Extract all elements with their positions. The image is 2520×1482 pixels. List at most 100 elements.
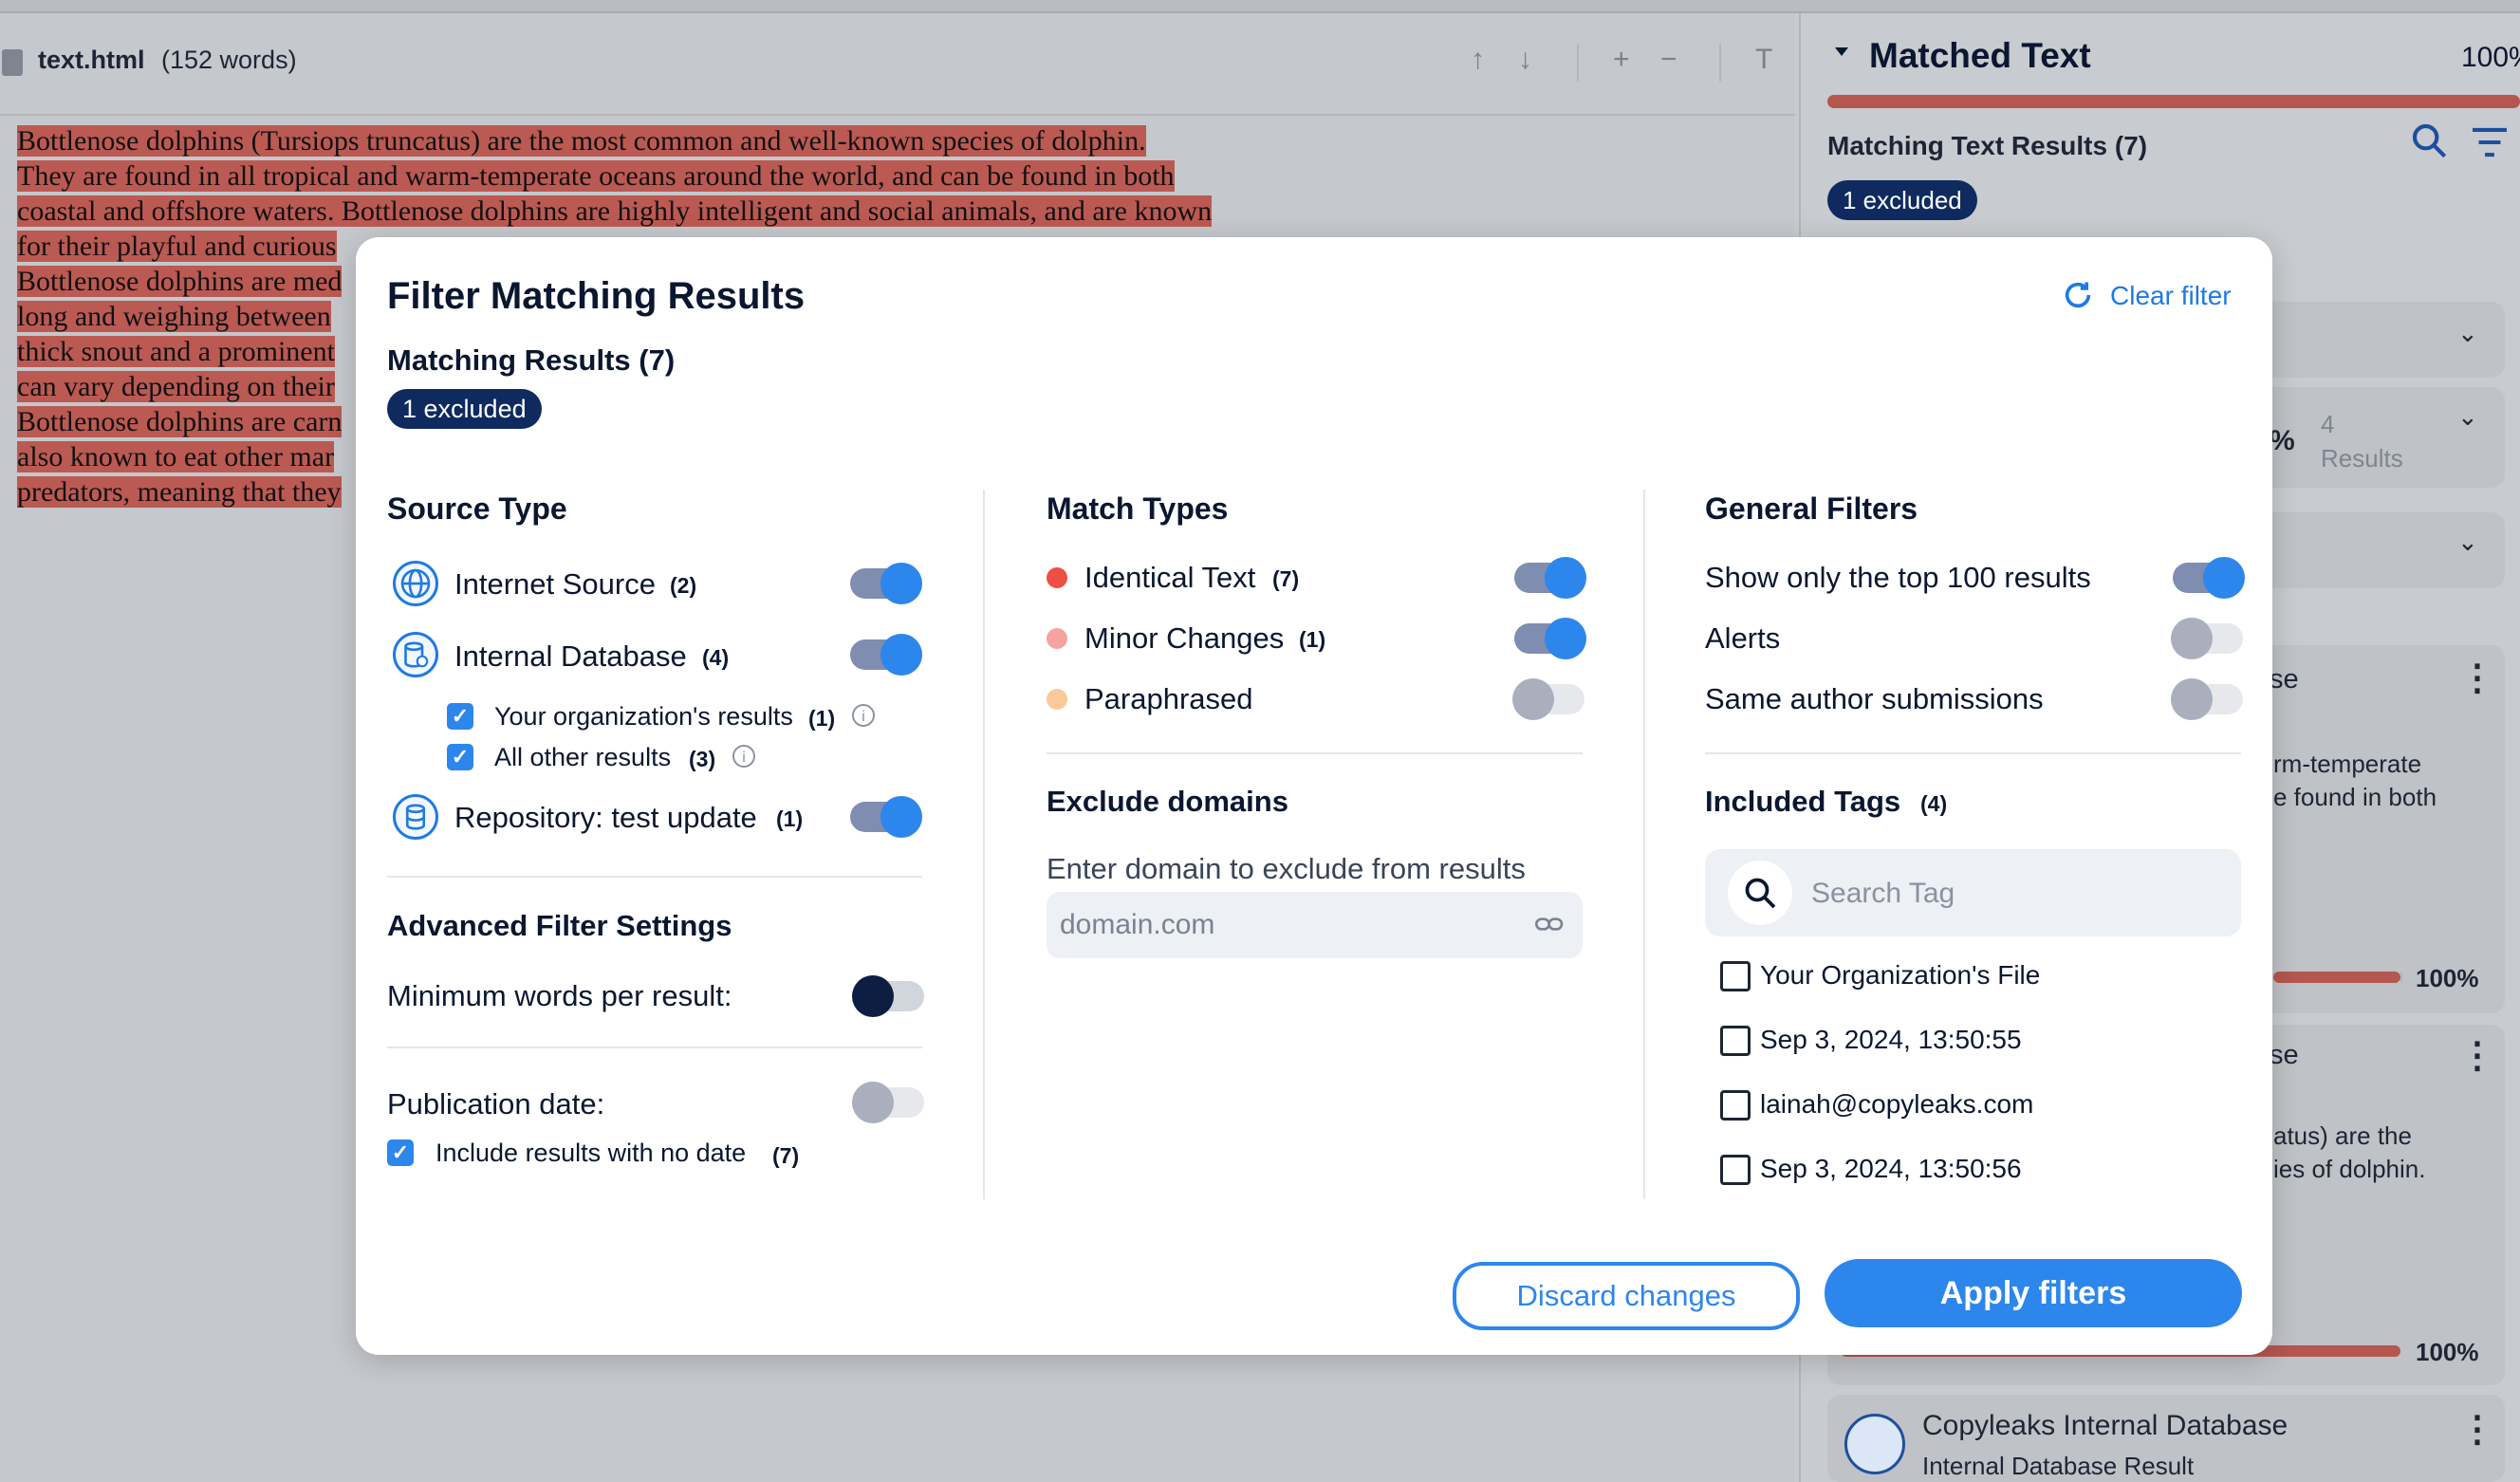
domain-input-placeholder: domain.com (1060, 909, 1215, 940)
file-icon (2, 49, 23, 76)
tag-label: Sep 3, 2024, 13:50:55 (1760, 1025, 2022, 1054)
tag-checkbox[interactable] (1720, 961, 1751, 991)
matching-results-label: Matching Text Results (7) (1827, 131, 2148, 160)
result-title: se (2270, 1040, 2299, 1070)
chevron-down-icon[interactable]: ⌄ (2457, 528, 2478, 557)
exclude-domains-heading: Exclude domains (1047, 785, 1288, 818)
arrow-down-icon[interactable]: ↓ (1518, 44, 1532, 76)
tag-label: Sep 3, 2024, 13:50:56 (1760, 1154, 2022, 1183)
text-format-icon[interactable]: T (1755, 44, 1772, 76)
info-icon[interactable]: i (852, 704, 875, 727)
text-line: coastal and offshore waters. Bottlenose … (17, 195, 1213, 227)
minor-changes-count: (1) (1299, 627, 1326, 652)
database-icon (1844, 1414, 1905, 1474)
identical-color-dot (1047, 567, 1067, 588)
clear-filter-button[interactable]: Clear filter (2110, 281, 2232, 311)
publication-date-toggle[interactable] (852, 1082, 924, 1123)
matched-progress-bar (1827, 95, 2520, 108)
arrow-up-icon[interactable]: ↑ (1471, 44, 1485, 76)
tag-search-input[interactable]: Search Tag (1705, 849, 2241, 936)
min-words-label: Minimum words per result: (387, 979, 732, 1012)
minor-changes-toggle[interactable] (1514, 618, 1586, 659)
minor-changes-color-dot (1047, 628, 1067, 649)
alerts-label: Alerts (1705, 621, 1781, 655)
exclude-domains-label: Enter domain to exclude from results (1047, 852, 1526, 885)
other-results-count: (3) (689, 747, 716, 771)
db-card-subtitle: Internal Database Result (1922, 1452, 2195, 1480)
zoom-in-icon[interactable]: + (1613, 44, 1630, 76)
matched-text-title: Matched Text (1869, 36, 2091, 75)
top-100-toggle[interactable] (2173, 557, 2245, 599)
matched-percent: 100% (2461, 42, 2520, 73)
search-icon[interactable] (2410, 121, 2448, 168)
result-percent: 100% (2416, 1338, 2479, 1366)
apply-filters-button[interactable]: Apply filters (1825, 1259, 2242, 1327)
tag-label: Your Organization's File (1760, 960, 2041, 990)
result-snippet: rm-temperate e found in both (2273, 750, 2437, 811)
text-line: Bottlenose dolphins (Tursiops truncatus)… (17, 125, 1146, 157)
refresh-icon[interactable] (2062, 279, 2094, 311)
org-results-checkbox[interactable]: ✓ (447, 703, 473, 730)
internet-source-label: Internet Source (454, 567, 656, 601)
top-100-label: Show only the top 100 results (1705, 561, 2091, 594)
tag-checkbox[interactable] (1720, 1155, 1751, 1185)
other-results-label: All other results (494, 743, 672, 771)
discard-changes-button[interactable]: Discard changes (1453, 1262, 1800, 1330)
excluded-badge[interactable]: 1 excluded (1827, 180, 1977, 220)
filter-icon[interactable] (2471, 125, 2509, 168)
section-divider (387, 876, 922, 878)
tag-search-placeholder: Search Tag (1811, 878, 1955, 909)
general-filters-heading: General Filters (1705, 491, 1918, 526)
top-bar (0, 0, 2520, 13)
other-results-checkbox[interactable]: ✓ (447, 744, 473, 770)
info-icon[interactable]: i (732, 745, 755, 768)
repository-icon (393, 794, 438, 840)
search-icon (1728, 861, 1792, 925)
org-results-label: Your organization's results (494, 702, 793, 731)
same-author-toggle[interactable] (2171, 678, 2243, 720)
internal-database-toggle[interactable] (850, 634, 922, 676)
tag-checkbox[interactable] (1720, 1090, 1751, 1121)
paraphrased-label: Paraphrased (1084, 682, 1253, 715)
identical-text-toggle[interactable] (1514, 557, 1586, 599)
paraphrased-toggle[interactable] (1512, 678, 1584, 720)
repository-toggle[interactable] (850, 796, 922, 838)
internet-source-count: (2) (670, 573, 697, 598)
collapse-caret-icon[interactable] (1835, 47, 1848, 56)
more-options-icon[interactable]: ⋮ (2459, 1034, 2495, 1077)
internal-database-label: Internal Database (454, 639, 687, 673)
database-icon (393, 632, 438, 677)
modal-subtitle: Matching Results (7) (387, 343, 676, 377)
excluded-badge: 1 excluded (387, 389, 542, 429)
included-tags-count: (4) (1920, 791, 1948, 816)
internet-source-toggle[interactable] (850, 563, 922, 604)
section-divider (387, 1047, 922, 1048)
chevron-down-icon[interactable]: ⌄ (2457, 402, 2478, 432)
results-word: Results (2321, 444, 2403, 472)
minor-changes-label: Minor Changes (1084, 621, 1285, 655)
chevron-down-icon[interactable]: ⌄ (2457, 319, 2478, 348)
match-types-heading: Match Types (1047, 491, 1229, 526)
no-date-label: Include results with no date (435, 1139, 747, 1167)
alerts-toggle[interactable] (2171, 618, 2243, 659)
more-options-icon[interactable]: ⋮ (2459, 657, 2495, 699)
internal-database-count: (4) (702, 645, 730, 670)
section-divider (1705, 752, 2241, 754)
tag-checkbox[interactable] (1720, 1026, 1751, 1056)
advanced-filter-heading: Advanced Filter Settings (387, 909, 732, 942)
identical-text-label: Identical Text (1084, 561, 1256, 594)
repository-label: Repository: test update (454, 801, 757, 834)
result-title: se (2270, 664, 2299, 695)
domain-input[interactable]: domain.com (1047, 892, 1583, 958)
result-percent: 100% (2416, 964, 2479, 992)
document-word-count: (152 words) (161, 46, 297, 74)
group-percent: % (2270, 425, 2295, 456)
toolbar-divider (1719, 44, 1721, 82)
tag-label: lainah@copyleaks.com (1760, 1089, 2034, 1119)
no-date-checkbox[interactable]: ✓ (387, 1139, 414, 1166)
zoom-out-icon[interactable]: − (1660, 44, 1677, 76)
link-icon[interactable] (1535, 911, 1566, 944)
min-words-toggle[interactable] (852, 975, 924, 1017)
more-options-icon[interactable]: ⋮ (2459, 1408, 2495, 1451)
result-snippet: atus) are the ies of dolphin. (2273, 1121, 2426, 1183)
